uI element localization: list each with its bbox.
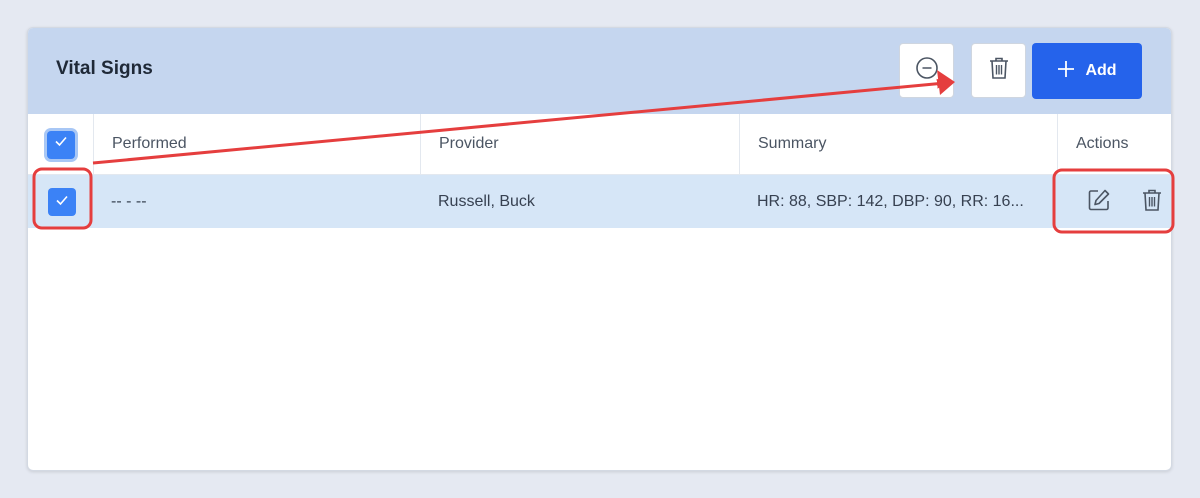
- collapse-button[interactable]: [899, 43, 954, 98]
- table-row[interactable]: -- - -- Russell, Buck HR: 88, SBP: 142, …: [28, 175, 1171, 228]
- select-all-cell: [28, 114, 93, 174]
- trash-icon: [1141, 188, 1163, 217]
- cell-summary: HR: 88, SBP: 142, DBP: 90, RR: 16...: [757, 193, 1024, 210]
- edit-button[interactable]: [1086, 189, 1112, 215]
- vital-signs-panel: Vital Signs Add Performed Provider Summa…: [27, 27, 1172, 471]
- trash-icon: [988, 56, 1010, 85]
- cell-provider: Russell, Buck: [438, 193, 535, 210]
- add-button-label: Add: [1085, 62, 1117, 79]
- check-icon: [54, 192, 70, 213]
- check-icon: [53, 115, 69, 175]
- table-header: Performed Provider Summary Actions: [28, 114, 1171, 175]
- panel-title: Vital Signs: [56, 58, 153, 79]
- delete-selected-button[interactable]: [971, 43, 1026, 98]
- panel-header: Vital Signs Add: [28, 28, 1171, 114]
- select-all-checkbox[interactable]: [47, 131, 75, 159]
- delete-row-button[interactable]: [1139, 189, 1165, 215]
- add-button[interactable]: Add: [1032, 43, 1142, 99]
- column-header-performed[interactable]: Performed: [93, 114, 420, 174]
- row-checkbox[interactable]: [48, 188, 76, 216]
- plus-icon: [1057, 60, 1075, 83]
- cell-performed: -- - --: [111, 193, 147, 210]
- column-header-actions: Actions: [1057, 114, 1171, 174]
- column-header-summary[interactable]: Summary: [739, 114, 1057, 174]
- column-header-provider[interactable]: Provider: [420, 114, 739, 174]
- edit-icon: [1087, 188, 1111, 217]
- minus-circle-icon: [915, 56, 939, 85]
